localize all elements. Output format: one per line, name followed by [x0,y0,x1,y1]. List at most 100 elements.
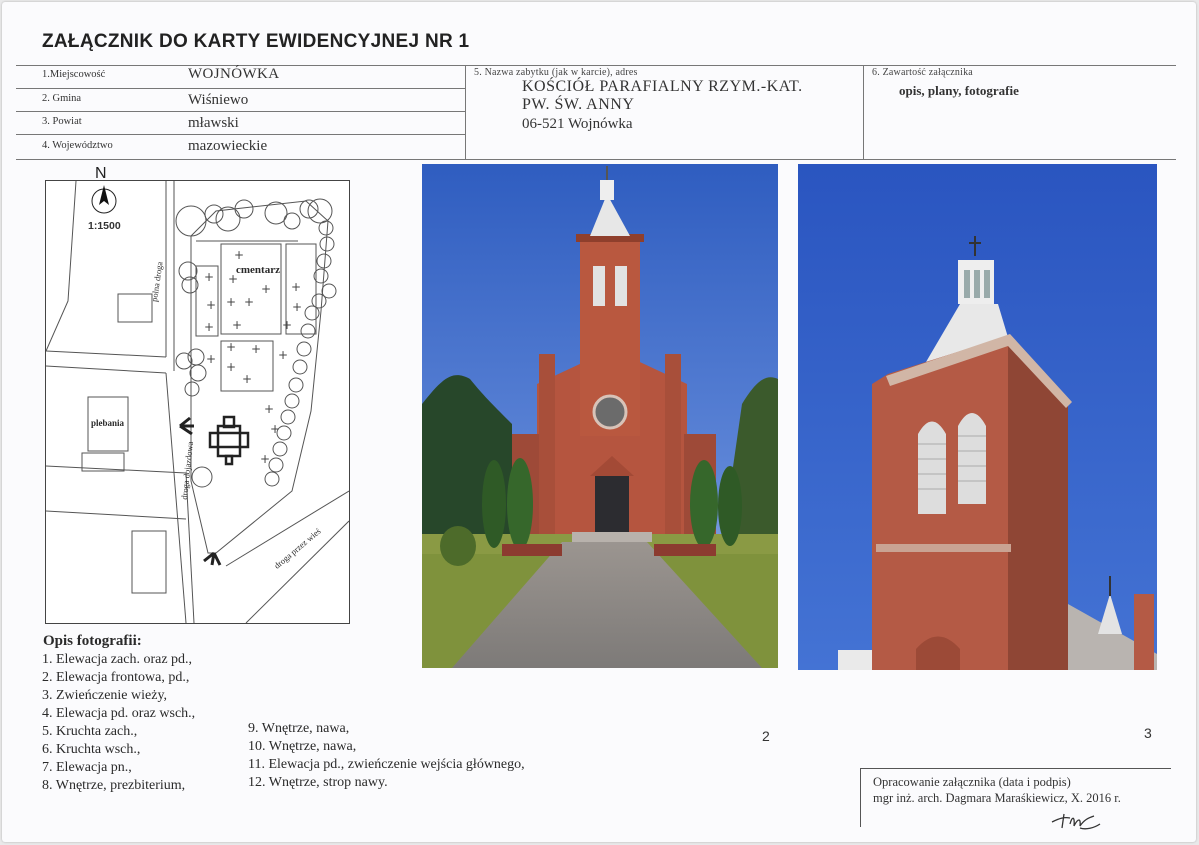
table-bottom-line [16,159,1176,160]
prepared-by-label: Opracowanie załącznika (data i podpis) [873,775,1071,789]
svg-text:+: + [226,340,236,354]
tree [304,305,320,321]
photo-church-facade [422,164,778,668]
parcel-line [46,465,187,474]
table-row-line [16,134,465,135]
voivodeship-label: 4. Województwo [42,140,113,151]
church-facade-photo [422,164,778,668]
svg-text:+: + [226,360,236,374]
caption-item: 9. Wnętrze, nawa, [248,721,350,736]
church-tower-photo [798,164,1157,670]
north-arrow-icon [91,185,117,214]
tree [292,359,308,375]
caption-item: 7. Elewacja pn., [42,760,132,775]
svg-text:+: + [242,372,252,386]
tree [316,253,332,269]
site-plan: + + + + + + + + + + + + + + + + + + + + + N 1:1500 cme… [45,165,350,624]
contents-value: opis, plany, fotografie [899,83,1019,98]
tree [215,206,241,232]
monument-address: 06-521 Wojnówka [522,116,633,132]
svg-text:+: + [232,318,242,332]
tree [288,377,304,393]
tree [318,220,334,236]
village-road-edge [245,520,349,623]
tree [300,323,316,339]
svg-text:+: + [282,318,292,332]
svg-text:+: + [206,298,216,312]
photo-captions-title: Opis fotografii: [43,633,142,649]
svg-text:+: + [278,348,288,362]
tree [283,212,301,230]
svg-text:+: + [226,295,236,309]
svg-text:+: + [206,352,216,366]
table-row-line [16,88,465,89]
voivodeship-value: mazowieckie [188,138,268,154]
building [117,293,153,323]
tree [307,198,333,224]
svg-text:+: + [291,280,301,294]
tree [204,204,224,224]
tree [296,341,312,357]
tree [189,364,207,382]
caption-item: 10. Wnętrze, nawa, [248,739,357,754]
caption-item: 5. Kruchta zach., [42,724,138,739]
page-title: ZAŁĄCZNIK DO KARTY EWIDENCYJNEJ NR 1 [42,31,470,52]
table-row-line [16,111,465,112]
photo-number-2: 2 [762,728,770,744]
caption-item: 11. Elewacja pd., zwieńczenie wejścia gł… [248,757,525,772]
county-value: mławski [188,115,239,131]
svg-text:+: + [244,295,254,309]
entrance-arrow-icon [179,416,194,436]
tree [284,393,300,409]
svg-text:+: + [270,422,280,436]
parcel-line [46,181,77,352]
caption-item: 12. Wnętrze, strop nawy. [248,775,388,790]
tree [264,471,280,487]
tree [191,466,213,488]
commune-value: Wiśniewo [188,92,249,108]
parcel-line [46,510,187,520]
monument-label: 5. Nazwa zabytku (jak w karcie), adres [474,67,638,78]
caption-item: 6. Kruchta wsch., [42,742,141,757]
cemetery-label: cmentarz [236,264,280,276]
parcel-line [46,365,167,374]
tree [280,409,296,425]
tree [268,457,284,473]
signature-icon [1051,813,1101,830]
gate-arrow-icon [203,551,222,566]
prepared-by-value: mgr inż. arch. Dagmara Maraśkiewicz, X. … [873,791,1121,805]
prepared-by-box: Opracowanie załącznika (data i podpis) m… [860,768,1171,827]
locality-value: WOJNÓWKA [188,66,280,82]
caption-item: 2. Elewacja frontowa, pd., [42,670,190,685]
svg-text:+: + [204,270,214,284]
caption-item: 3. Zwieńczenie wieży, [42,688,168,703]
cemetery-boundary [190,200,329,554]
contents-label: 6. Zawartość załącznika [872,67,973,78]
grave-plot [220,243,282,335]
svg-text:+: + [292,300,302,314]
county-label: 3. Powiat [42,116,82,127]
photo-church-tower [798,164,1157,670]
caption-item: 1. Elewacja zach. oraz pd., [42,652,193,667]
scale-label: 1:1500 [88,220,121,232]
commune-label: 2. Gmina [42,93,82,104]
rectory-label: plebania [91,418,125,428]
svg-text:+: + [234,248,244,262]
svg-text:+: + [264,402,274,416]
site-plan-drawing: ++ + ++ + ++ + +++ + ++ +++ +++ [46,181,349,623]
svg-text:+: + [261,282,271,296]
building [131,530,167,594]
locality-label: 1.Miejscowość [42,69,106,80]
table-column-line [863,65,864,160]
table-column-line [465,65,466,160]
svg-text:+: + [251,342,261,356]
photo-number-3: 3 [1144,725,1152,741]
svg-text:+: + [260,452,270,466]
caption-item: 8. Wnętrze, prezbiterium, [42,778,186,793]
caption-item: 4. Elewacja pd. oraz wsch., [42,706,196,721]
tree [272,441,288,457]
tree [184,381,200,397]
north-label: N [95,165,107,182]
monument-name-line1: KOŚCIÓŁ PARAFIALNY RZYM.-KAT. [522,78,803,95]
parcel-line [46,350,167,358]
